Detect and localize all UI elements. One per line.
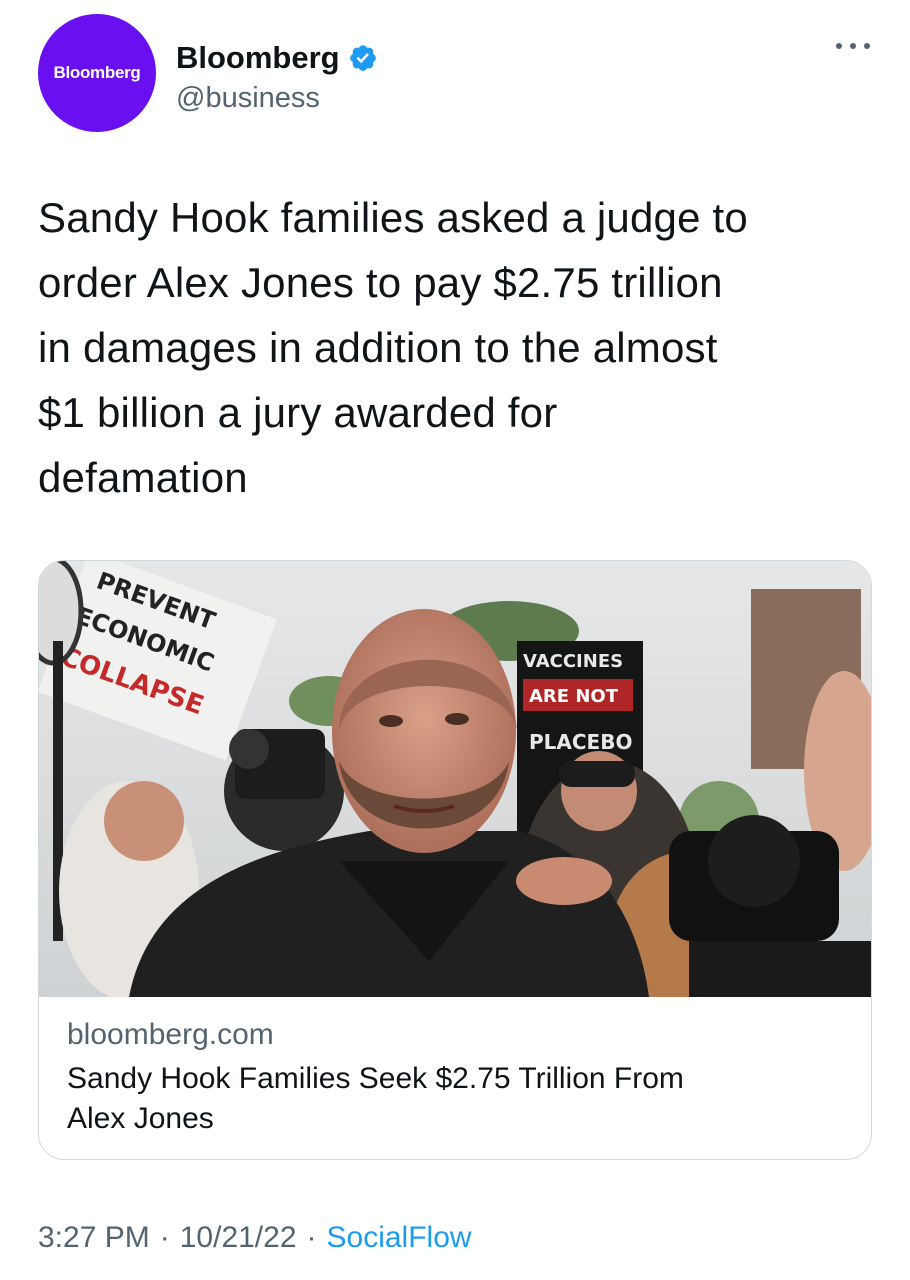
tweet-text-line: Sandy Hook families asked a judge to (38, 194, 748, 241)
tweet-text: Sandy Hook families asked a judge to ord… (38, 185, 878, 510)
verified-badge-icon (349, 45, 376, 71)
tweet-header: Bloomberg Bloomberg @business (38, 14, 878, 134)
avatar[interactable]: Bloomberg (38, 14, 156, 132)
handle[interactable]: @business (176, 78, 378, 118)
meta-separator: · (159, 1221, 170, 1254)
tweet-date[interactable]: 10/21/22 (180, 1221, 297, 1254)
tweet-text-line: defamation (38, 454, 248, 501)
name-row: Bloomberg (176, 40, 378, 76)
author-info: Bloomberg @business (176, 40, 378, 118)
card-title-line: Sandy Hook Families Seek $2.75 Trillion … (67, 1062, 684, 1095)
avatar-logo-text: Bloomberg (53, 63, 141, 82)
right-sign-line: VACCINES (523, 651, 623, 672)
card-info: bloomberg.com Sandy Hook Families Seek $… (67, 1015, 847, 1139)
tweet-meta: 3:27 PM · 10/21/22 · SocialFlow (38, 1218, 472, 1258)
more-dot (836, 43, 842, 49)
display-name[interactable]: Bloomberg (176, 40, 340, 76)
card-image-protest-photo: PREVENT ECONOMIC COLLAPSE VACCINES ARE N… (39, 561, 871, 997)
more-dot (864, 43, 870, 49)
meta-separator: · (306, 1221, 317, 1254)
right-sign-line: PLACEBO (529, 730, 632, 754)
card-domain: bloomberg.com (67, 1018, 274, 1051)
tweet-text-line: in damages in addition to the almost (38, 324, 718, 371)
card-title: Sandy Hook Families Seek $2.75 Trillion … (67, 1059, 847, 1139)
more-horizontal-icon[interactable] (836, 36, 870, 56)
tweet-text-line: order Alex Jones to pay $2.75 trillion (38, 259, 723, 306)
link-preview-card[interactable]: PREVENT ECONOMIC COLLAPSE VACCINES ARE N… (38, 560, 872, 1160)
card-title-line: Alex Jones (67, 1102, 214, 1135)
tweet-source-link[interactable]: SocialFlow (327, 1221, 472, 1254)
right-sign-line: ARE NOT (529, 686, 619, 707)
more-dot (850, 43, 856, 49)
tweet-time[interactable]: 3:27 PM (38, 1221, 150, 1254)
tweet-text-line: $1 billion a jury awarded for (38, 389, 558, 436)
